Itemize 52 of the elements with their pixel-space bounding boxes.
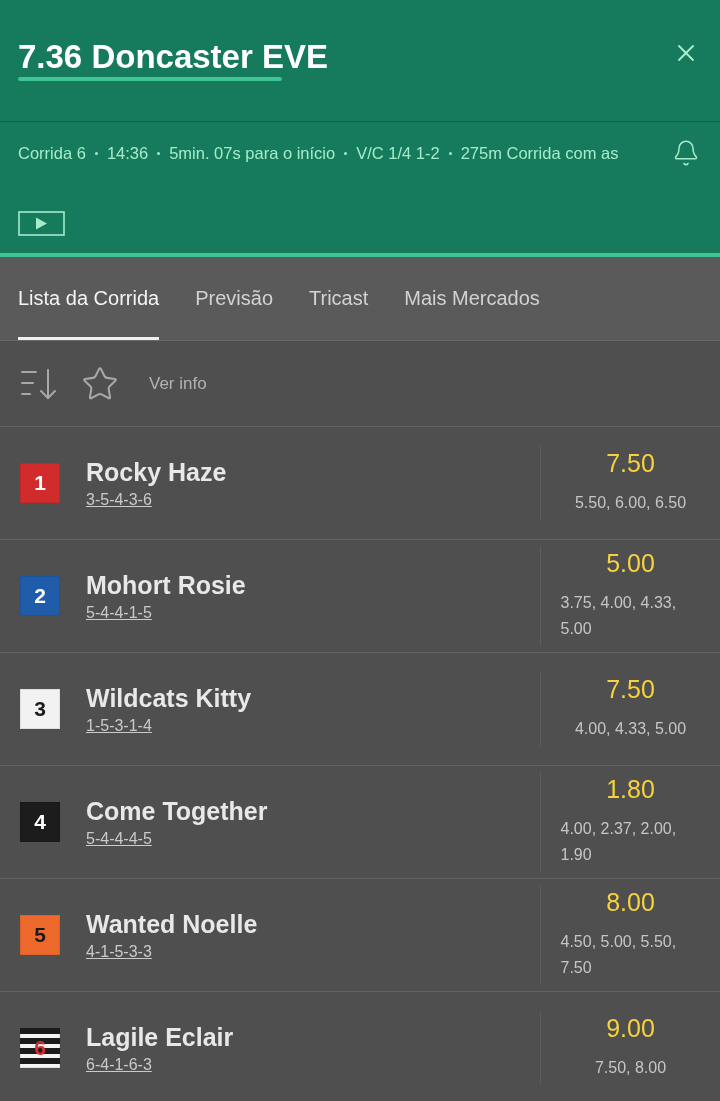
separator-dot-icon (157, 151, 161, 155)
saddle-cloth-number: 5 (20, 915, 60, 955)
runner-name: Wildcats Kitty (86, 682, 252, 713)
tab[interactable]: Mais Mercados (404, 257, 540, 340)
price-history: 7.50, 8.00 (594, 1058, 667, 1078)
saddle-cloth-number: 2 (20, 576, 60, 616)
runner-name: Wanted Noelle (86, 908, 258, 939)
price-history: 4.00, 4.33, 5.00 (574, 719, 687, 739)
race-info-text: 14:36 (106, 143, 149, 164)
runner-name: Lagile Eclair (86, 1021, 234, 1052)
separator-dot-icon (344, 151, 348, 155)
price-history: 3.75, 4.00, 4.33, 5.00 (560, 593, 678, 639)
tab[interactable]: Previsão (195, 257, 273, 340)
runner-name: Come Together (86, 795, 268, 826)
price-history: 4.00, 2.37, 2.00, 1.90 (560, 819, 678, 865)
runner-row[interactable]: 1 Rocky Haze 3-5-4-3-6 7.50 5.50, 6.00, 6.50 (0, 427, 720, 540)
race-info-text: V/C 1/4 1-2 (356, 143, 440, 164)
odds-button[interactable]: 8.00 (606, 887, 655, 917)
saddle-cloth-number: 3 (20, 689, 60, 729)
form-link[interactable]: 1-5-3-1-4 (86, 715, 152, 736)
tab[interactable]: Lista da Corrida (18, 257, 160, 340)
play-icon[interactable] (18, 211, 65, 236)
separator-dot-icon (448, 151, 452, 155)
tab[interactable]: Tricast (309, 257, 369, 340)
runner-row[interactable]: 4 Come Together 5-4-4-4-5 1.80 4.00, 2.37, 2.00, 1.90 (0, 766, 720, 879)
saddle-cloth-number: 1 (20, 463, 60, 503)
form-link[interactable]: 3-5-4-3-6 (86, 489, 152, 510)
runner-row[interactable]: 2 Mohort Rosie 5-4-4-1-5 5.00 3.75, 4.00, 4.33, 5.00 (0, 540, 720, 653)
form-link[interactable]: 5-4-4-4-5 (86, 828, 152, 849)
odds-button[interactable]: 7.50 (606, 448, 655, 478)
form-link[interactable]: 4-1-5-3-3 (86, 941, 152, 962)
saddle-cloth-number: 4 (20, 802, 60, 842)
form-link[interactable]: 6-4-1-6-3 (86, 1054, 152, 1075)
bell-icon[interactable] (672, 139, 700, 167)
form-link[interactable]: 5-4-4-1-5 (86, 602, 152, 623)
sort-icon[interactable] (21, 367, 57, 400)
race-info-text: 275m Corrida com as (460, 143, 619, 164)
runner-name: Mohort Rosie (86, 569, 246, 600)
runner-row[interactable]: 3 Wildcats Kitty 1-5-3-1-4 7.50 4.00, 4.33, 5.00 (0, 653, 720, 766)
separator-dot-icon (94, 151, 98, 155)
price-history: 4.50, 5.00, 5.50, 7.50 (560, 932, 678, 978)
odds-button[interactable]: 5.00 (606, 548, 655, 578)
race-info-text: 5min. 07s para o início (169, 143, 336, 164)
odds-button[interactable]: 9.00 (606, 1013, 655, 1043)
runner-row[interactable]: 5 Wanted Noelle 4-1-5-3-3 8.00 4.50, 5.00, 5.50, 7.50 (0, 879, 720, 992)
info-link[interactable]: Ver info (149, 373, 207, 394)
price-history: 5.50, 6.00, 6.50 (574, 493, 687, 513)
race-info-text: Corrida 6 (18, 143, 86, 164)
odds-button[interactable]: 7.50 (606, 674, 655, 704)
odds-button[interactable]: 1.80 (606, 774, 655, 804)
runner-name: Rocky Haze (86, 456, 227, 487)
race-title: 7.36 Doncaster EVE (18, 37, 328, 77)
